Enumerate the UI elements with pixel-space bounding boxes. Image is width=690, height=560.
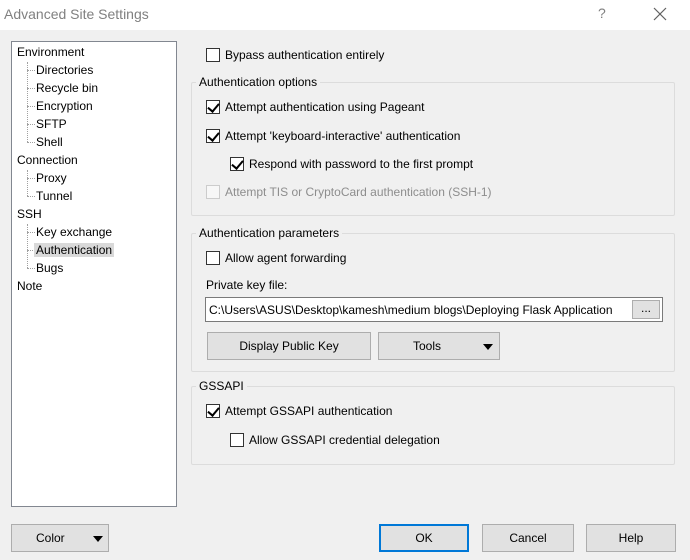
ok-button[interactable]: OK <box>379 524 469 552</box>
tree-item-tunnel[interactable]: Tunnel <box>36 188 72 204</box>
checkbox-box[interactable] <box>206 404 220 418</box>
settings-tree[interactable]: Environment Directories Recycle bin Encr… <box>11 41 177 507</box>
checkbox-box[interactable] <box>206 48 220 62</box>
tree-item-sftp[interactable]: SFTP <box>36 116 67 132</box>
tis-cryptocard-label: Attempt TIS or CryptoCard authentication… <box>225 185 492 199</box>
bypass-authentication-label: Bypass authentication entirely <box>225 48 385 62</box>
color-button[interactable]: Color <box>11 524 109 552</box>
gssapi-attempt-checkbox[interactable]: Attempt GSSAPI authentication <box>206 404 392 418</box>
cancel-label: Cancel <box>509 531 547 545</box>
tree-item-note[interactable]: Note <box>17 278 42 294</box>
private-key-file-value: C:\Users\ASUS\Desktop\kamesh\medium blog… <box>209 303 613 317</box>
pageant-label: Attempt authentication using Pageant <box>225 100 425 114</box>
private-key-file-input[interactable]: C:\Users\ASUS\Desktop\kamesh\medium blog… <box>205 297 663 322</box>
display-public-key-button[interactable]: Display Public Key <box>207 332 371 360</box>
color-label: Color <box>36 531 65 545</box>
help-label: Help <box>618 531 644 545</box>
checkbox-box[interactable] <box>206 100 220 114</box>
agent-forwarding-label: Allow agent forwarding <box>225 251 347 265</box>
tree-connector <box>27 142 35 143</box>
tree-connector <box>27 196 35 197</box>
tree-item-directories[interactable]: Directories <box>36 62 93 78</box>
tree-connector <box>27 106 35 107</box>
gssapi-group <box>191 386 675 465</box>
tools-button[interactable]: Tools <box>378 332 500 360</box>
agent-forwarding-checkbox[interactable]: Allow agent forwarding <box>206 251 346 265</box>
tree-connector <box>27 170 28 196</box>
gssapi-delegation-checkbox[interactable]: Allow GSSAPI credential delegation <box>230 433 440 447</box>
tis-cryptocard-checkbox: Attempt TIS or CryptoCard authentication… <box>206 185 492 199</box>
checkbox-box[interactable] <box>206 129 220 143</box>
tree-item-environment[interactable]: Environment <box>17 44 84 60</box>
respond-password-label: Respond with password to the first promp… <box>249 157 474 171</box>
tree-connector <box>27 124 35 125</box>
keyboard-interactive-label: Attempt 'keyboard-interactive' authentic… <box>225 129 461 143</box>
private-key-label: Private key file: <box>206 278 288 292</box>
window-title: Advanced Site Settings <box>4 6 149 22</box>
cancel-button[interactable]: Cancel <box>482 524 574 552</box>
gssapi-delegation-label: Allow GSSAPI credential delegation <box>249 433 440 447</box>
tree-item-shell[interactable]: Shell <box>36 134 63 150</box>
checkbox-box[interactable] <box>230 433 244 447</box>
help-icon[interactable]: ? <box>598 5 606 21</box>
tree-item-connection[interactable]: Connection <box>17 152 78 168</box>
browse-button[interactable]: ... <box>632 300 660 319</box>
tree-item-bugs[interactable]: Bugs <box>36 260 63 276</box>
tree-connector <box>27 232 35 233</box>
tools-label: Tools <box>413 339 442 353</box>
tree-connector <box>27 62 28 142</box>
authentication-options-title: Authentication options <box>196 75 321 89</box>
authentication-parameters-title: Authentication parameters <box>196 226 343 240</box>
tree-item-encryption[interactable]: Encryption <box>36 98 93 114</box>
ok-label: OK <box>415 531 433 545</box>
tree-item-authentication[interactable]: Authentication <box>34 242 115 258</box>
bypass-authentication-checkbox[interactable]: Bypass authentication entirely <box>206 48 384 62</box>
tree-connector <box>27 224 28 268</box>
dropdown-arrow-icon <box>93 536 103 542</box>
checkbox-box[interactable] <box>230 157 244 171</box>
gssapi-attempt-label: Attempt GSSAPI authentication <box>225 404 393 418</box>
title-bar: Advanced Site Settings ? <box>0 0 690 30</box>
tree-connector <box>27 88 35 89</box>
dropdown-arrow-icon <box>483 344 493 350</box>
gssapi-title: GSSAPI <box>196 379 247 393</box>
tree-connector <box>27 178 35 179</box>
tree-item-ssh[interactable]: SSH <box>17 206 42 222</box>
close-icon[interactable] <box>648 2 672 26</box>
checkbox-box <box>206 185 220 199</box>
display-public-key-label: Display Public Key <box>239 339 339 353</box>
tree-item-proxy[interactable]: Proxy <box>36 170 67 186</box>
help-button[interactable]: Help <box>586 524 676 552</box>
tree-item-recycle-bin[interactable]: Recycle bin <box>36 80 98 96</box>
checkbox-box[interactable] <box>206 251 220 265</box>
respond-password-checkbox[interactable]: Respond with password to the first promp… <box>230 157 473 171</box>
keyboard-interactive-checkbox[interactable]: Attempt 'keyboard-interactive' authentic… <box>206 129 460 143</box>
tree-connector <box>27 70 35 71</box>
tree-item-key-exchange[interactable]: Key exchange <box>36 224 112 240</box>
pageant-checkbox[interactable]: Attempt authentication using Pageant <box>206 100 424 114</box>
tree-connector <box>27 268 35 269</box>
